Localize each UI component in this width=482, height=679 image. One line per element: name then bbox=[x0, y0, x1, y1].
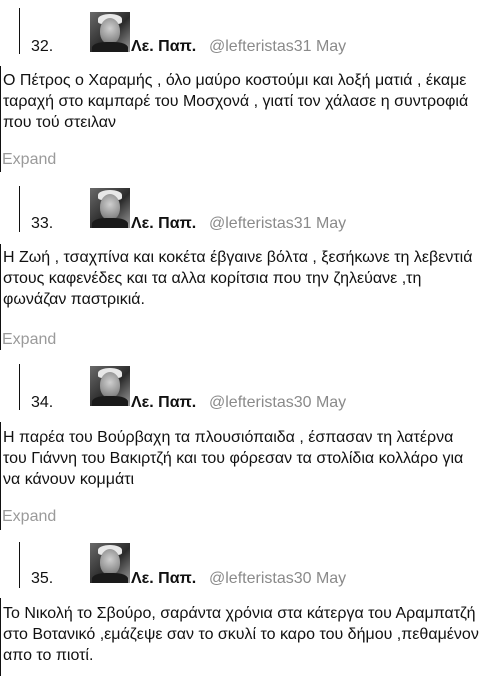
tweet-item: 33. Λε. Παπ. @lefteristas31 May Η Ζωή , … bbox=[0, 180, 482, 360]
avatar[interactable] bbox=[90, 366, 130, 406]
text-border bbox=[0, 66, 1, 172]
tweet-item: 32. Λε. Παπ. @lefteristas31 May Ο Πέτρος… bbox=[0, 0, 482, 180]
avatar[interactable] bbox=[90, 188, 130, 228]
tweet-number: 32. bbox=[31, 38, 54, 55]
text-border bbox=[0, 598, 1, 676]
tweet-number: 35. bbox=[31, 570, 54, 587]
thread-line bbox=[19, 186, 20, 232]
tweet-item: 35. Λε. Παπ. @lefteristas30 May Το Νικολ… bbox=[0, 540, 482, 679]
author-handle-date[interactable]: @lefteristas31 May bbox=[209, 215, 346, 233]
tweet-text: Η Ζωή , τσαχπίνα και κοκέτα έβγαινε βόλτ… bbox=[3, 249, 473, 308]
expand-link[interactable]: Expand bbox=[2, 151, 56, 169]
expand-link[interactable]: Expand bbox=[2, 331, 56, 349]
tweet-number: 33. bbox=[31, 215, 54, 232]
author-handle-date[interactable]: @lefteristas31 May bbox=[209, 38, 346, 56]
text-border bbox=[0, 422, 1, 530]
thread-line bbox=[19, 542, 20, 588]
avatar[interactable] bbox=[90, 12, 130, 52]
thread-line bbox=[19, 364, 20, 410]
author-name[interactable]: Λε. Παπ. bbox=[131, 215, 196, 233]
avatar[interactable] bbox=[90, 543, 130, 583]
tweet-text: Το Νικολή το Σβούρο, σαράντα χρόνια στα … bbox=[3, 605, 479, 664]
text-border bbox=[0, 244, 1, 350]
author-handle-date[interactable]: @lefteristas30 May bbox=[209, 570, 346, 588]
author-name[interactable]: Λε. Παπ. bbox=[131, 38, 196, 56]
tweet-text: Η παρέα του Βούρβαχη τα πλουσιόπαιδα , έ… bbox=[3, 429, 464, 488]
author-handle-date[interactable]: @lefteristas30 May bbox=[209, 394, 346, 412]
expand-link[interactable]: Expand bbox=[2, 508, 56, 526]
tweet-item: 34. Λε. Παπ. @lefteristas30 May Η παρέα … bbox=[0, 360, 482, 540]
thread-line bbox=[19, 8, 20, 54]
author-name[interactable]: Λε. Παπ. bbox=[131, 394, 196, 412]
tweet-number: 34. bbox=[31, 394, 54, 411]
tweet-text: Ο Πέτρος ο Χαραμής , όλο μαύρο κοστούμι … bbox=[3, 72, 469, 131]
author-name[interactable]: Λε. Παπ. bbox=[131, 570, 196, 588]
